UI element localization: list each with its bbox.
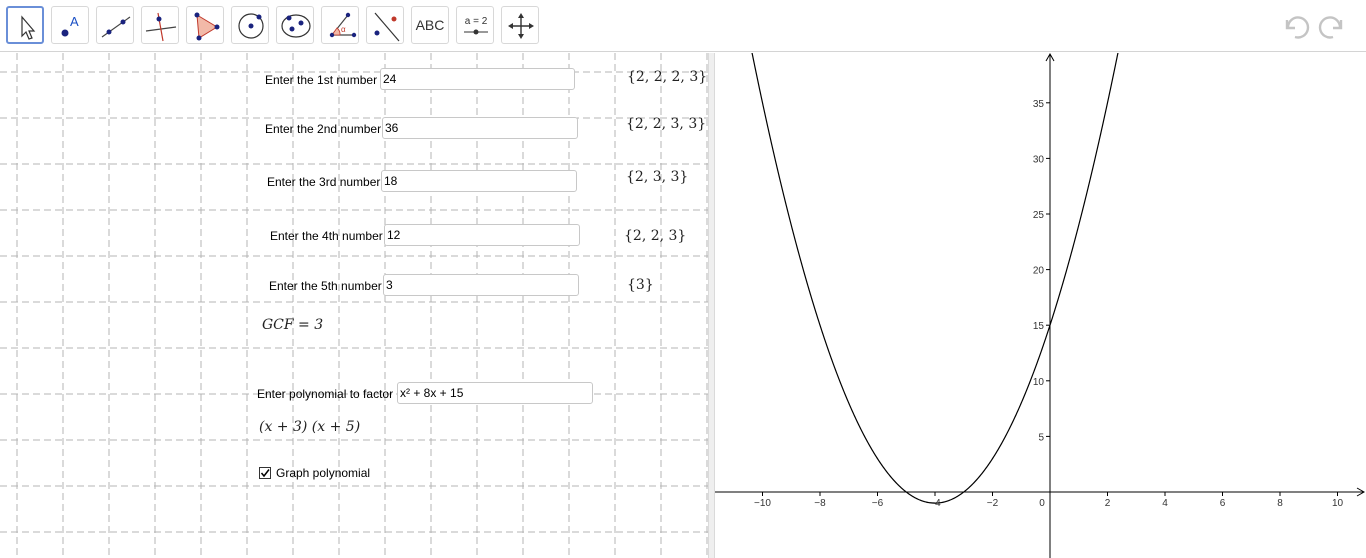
checkmark-icon	[260, 469, 270, 478]
circle-tool-button[interactable]	[231, 6, 269, 44]
arrow-pointer-icon	[21, 15, 36, 40]
text-tool-button[interactable]: ABC	[411, 6, 449, 44]
slider-icon: a = 2	[464, 16, 488, 35]
y-tick-label: 15	[1033, 321, 1045, 332]
polygon-tool-button[interactable]	[186, 6, 224, 44]
x-tick-label: 2	[1105, 498, 1111, 509]
svg-text:α: α	[341, 25, 346, 34]
polynomial-input[interactable]	[397, 382, 593, 404]
number-5-factors: {3}	[627, 277, 654, 293]
move-graphics-view-tool-button[interactable]	[501, 6, 539, 44]
y-tick-label: 30	[1033, 154, 1045, 165]
angle-tool-button[interactable]: α	[321, 6, 359, 44]
number-4-input[interactable]	[384, 224, 580, 246]
polynomial-curve	[751, 53, 1119, 504]
number-5-label: Enter the 5th number	[269, 279, 382, 293]
pane-divider[interactable]	[708, 53, 715, 558]
point-tool-button[interactable]: A	[51, 6, 89, 44]
factored-result: (x + 3) (x + 5)	[259, 419, 361, 435]
y-tick-label: 25	[1033, 210, 1045, 221]
x-tick-label: −8	[814, 498, 826, 509]
x-tick-label: 4	[1162, 498, 1168, 509]
graph-polynomial-checkbox[interactable]	[259, 467, 271, 479]
number-3-factors: {2, 3, 3}	[626, 169, 689, 185]
reflect-tool-button[interactable]	[366, 6, 404, 44]
toolbar: A α ABC a = 2	[0, 0, 1366, 52]
polygon-icon	[194, 12, 220, 41]
ellipse-icon	[281, 14, 311, 38]
x-tick-label: −2	[987, 498, 999, 509]
x-tick-label: 0	[1039, 498, 1045, 509]
number-1-label: Enter the 1st number	[265, 73, 378, 87]
angle-icon: α	[329, 12, 357, 38]
perpendicular-line-tool-button[interactable]	[141, 6, 179, 44]
y-tick-label: 5	[1038, 432, 1044, 443]
number-3-label: Enter the 3rd number	[267, 175, 381, 189]
redo-icon[interactable]	[1317, 12, 1347, 40]
y-tick-label: 20	[1033, 266, 1045, 277]
x-tick-label: 8	[1277, 498, 1283, 509]
number-3-input[interactable]	[381, 170, 577, 192]
x-tick-label: 10	[1332, 498, 1344, 509]
move-arrows-icon	[508, 13, 534, 39]
line-icon	[101, 16, 131, 38]
circle-icon	[238, 13, 264, 39]
number-1-factors: {2, 2, 2, 3}	[627, 69, 708, 85]
svg-text:A: A	[70, 14, 79, 29]
perpendicular-icon	[145, 12, 177, 42]
graph-polynomial-label: Graph polynomial	[276, 466, 371, 480]
y-tick-label: 10	[1033, 377, 1045, 388]
x-tick-label: −6	[872, 498, 884, 509]
number-4-label: Enter the 4th number	[270, 229, 383, 243]
x-tick-label: 6	[1220, 498, 1226, 509]
point-icon: A	[61, 14, 79, 37]
reflect-icon	[374, 12, 400, 42]
number-4-factors: {2, 2, 3}	[624, 228, 687, 244]
number-1-input[interactable]	[380, 68, 575, 90]
function-plot: −10 −8 −6 −4 −2 0 2 4 6 8 105101520253035	[715, 53, 1366, 558]
number-2-label: Enter the 2nd number	[265, 122, 382, 136]
graphics-view-1[interactable]: Enter the 1st number {2, 2, 2, 3} Enter …	[0, 53, 708, 558]
number-2-factors: {2, 2, 3, 3}	[626, 116, 707, 132]
number-2-input[interactable]	[382, 117, 578, 139]
ellipse-tool-button[interactable]	[276, 6, 314, 44]
line-tool-button[interactable]	[96, 6, 134, 44]
polynomial-label: Enter polynomial to factor	[257, 387, 394, 401]
text-icon: ABC	[415, 17, 445, 33]
slider-icon-label: a = 2	[465, 16, 488, 27]
move-tool-button[interactable]	[6, 6, 44, 44]
y-tick-label: 35	[1033, 99, 1045, 110]
x-tick-label: −10	[754, 498, 771, 509]
undo-icon[interactable]	[1281, 12, 1311, 40]
slider-tool-button[interactable]: a = 2	[456, 6, 494, 44]
number-5-input[interactable]	[383, 274, 579, 296]
gcf-result: GCF = 3	[262, 317, 324, 333]
graphics-view-2[interactable]: −10 −8 −6 −4 −2 0 2 4 6 8 10 5 10 15 20 25 30 35	[715, 53, 1366, 558]
